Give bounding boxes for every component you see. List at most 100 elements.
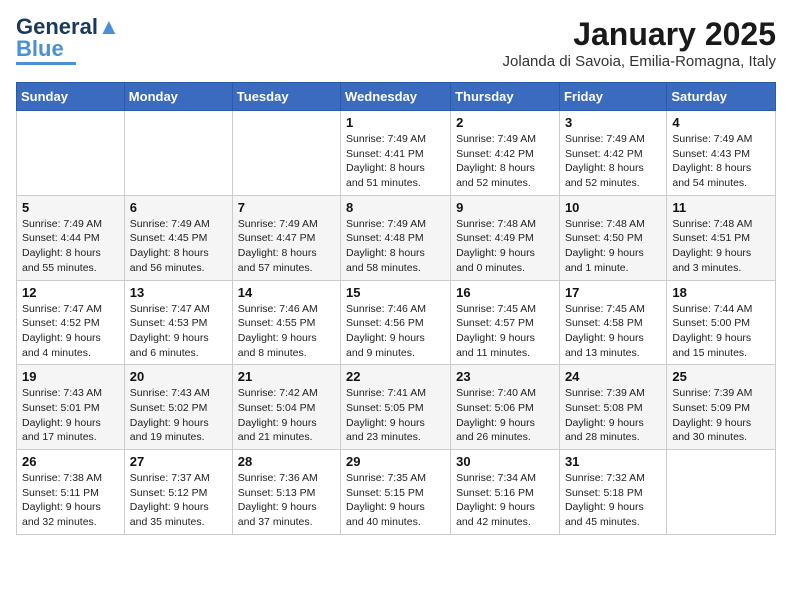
- calendar-day-6: 6 Sunrise: 7:49 AMSunset: 4:45 PMDaylight…: [124, 195, 232, 280]
- calendar-day-14: 14 Sunrise: 7:46 AMSunset: 4:55 PMDayligh…: [232, 280, 340, 365]
- month-title: January 2025: [503, 16, 776, 53]
- weekday-header-wednesday: Wednesday: [341, 83, 451, 111]
- calendar-week-1: 1Sunrise: 7:49 AMSunset: 4:41 PMDaylight…: [17, 111, 776, 196]
- empty-cell: [17, 111, 125, 196]
- day-info: Sunrise: 7:43 AMSunset: 5:01 PMDaylight:…: [22, 386, 119, 445]
- calendar-day-25: 25 Sunrise: 7:39 AMSunset: 5:09 PMDayligh…: [667, 365, 776, 450]
- calendar-day-3: 3Sunrise: 7:49 AMSunset: 4:42 PMDaylight…: [559, 111, 666, 196]
- day-number: 6: [130, 200, 227, 215]
- day-info: Sunrise: 7:45 AMSunset: 4:58 PMDaylight:…: [565, 302, 661, 361]
- day-number: 5: [22, 200, 119, 215]
- calendar-week-2: 5 Sunrise: 7:49 AMSunset: 4:44 PMDaylight…: [17, 195, 776, 280]
- day-number: 16: [456, 285, 554, 300]
- day-number: 23: [456, 369, 554, 384]
- day-info: Sunrise: 7:47 AMSunset: 4:53 PMDaylight:…: [130, 302, 227, 361]
- title-block: January 2025 Jolanda di Savoia, Emilia-R…: [503, 16, 776, 70]
- empty-cell: [232, 111, 340, 196]
- logo-text: General▲: [16, 16, 120, 38]
- day-info: Sunrise: 7:42 AMSunset: 5:04 PMDaylight:…: [238, 386, 335, 445]
- day-number: 2: [456, 115, 554, 130]
- calendar-day-12: 12Sunrise: 7:47 AMSunset: 4:52 PMDayligh…: [17, 280, 125, 365]
- day-number: 13: [130, 285, 227, 300]
- calendar-day-2: 2 Sunrise: 7:49 AMSunset: 4:42 PMDaylight…: [451, 111, 560, 196]
- day-info: Sunrise: 7:49 AMSunset: 4:42 PMDaylight:…: [456, 132, 554, 191]
- day-info: Sunrise: 7:38 AMSunset: 5:11 PMDaylight:…: [22, 471, 119, 530]
- logo-blue-text: Blue: [16, 38, 64, 60]
- weekday-header-monday: Monday: [124, 83, 232, 111]
- day-number: 19: [22, 369, 119, 384]
- day-number: 29: [346, 454, 445, 469]
- day-number: 22: [346, 369, 445, 384]
- day-info: Sunrise: 7:46 AMSunset: 4:55 PMDaylight:…: [238, 302, 335, 361]
- day-info: Sunrise: 7:48 AMSunset: 4:49 PMDaylight:…: [456, 217, 554, 276]
- day-info: Sunrise: 7:48 AMSunset: 4:51 PMDaylight:…: [672, 217, 770, 276]
- day-info: Sunrise: 7:48 AMSunset: 4:50 PMDaylight:…: [565, 217, 661, 276]
- calendar-day-31: 31 Sunrise: 7:32 AMSunset: 5:18 PMDayligh…: [559, 450, 666, 535]
- day-info: Sunrise: 7:45 AMSunset: 4:57 PMDaylight:…: [456, 302, 554, 361]
- calendar-day-26: 26 Sunrise: 7:38 AMSunset: 5:11 PMDayligh…: [17, 450, 125, 535]
- logo-line: [16, 62, 76, 65]
- empty-cell: [124, 111, 232, 196]
- logo: General▲ Blue: [16, 16, 120, 65]
- day-info: Sunrise: 7:49 AMSunset: 4:43 PMDaylight:…: [672, 132, 770, 191]
- calendar-day-7: 7 Sunrise: 7:49 AMSunset: 4:47 PMDaylight…: [232, 195, 340, 280]
- day-number: 18: [672, 285, 770, 300]
- day-info: Sunrise: 7:46 AMSunset: 4:56 PMDaylight:…: [346, 302, 445, 361]
- day-number: 15: [346, 285, 445, 300]
- calendar-day-8: 8 Sunrise: 7:49 AMSunset: 4:48 PMDaylight…: [341, 195, 451, 280]
- day-number: 17: [565, 285, 661, 300]
- calendar-day-9: 9Sunrise: 7:48 AMSunset: 4:49 PMDaylight…: [451, 195, 560, 280]
- calendar-day-16: 16 Sunrise: 7:45 AMSunset: 4:57 PMDayligh…: [451, 280, 560, 365]
- calendar-day-17: 17 Sunrise: 7:45 AMSunset: 4:58 PMDayligh…: [559, 280, 666, 365]
- calendar-week-5: 26 Sunrise: 7:38 AMSunset: 5:11 PMDayligh…: [17, 450, 776, 535]
- calendar-day-10: 10 Sunrise: 7:48 AMSunset: 4:50 PMDayligh…: [559, 195, 666, 280]
- day-number: 4: [672, 115, 770, 130]
- day-info: Sunrise: 7:39 AMSunset: 5:09 PMDaylight:…: [672, 386, 770, 445]
- day-number: 27: [130, 454, 227, 469]
- day-info: Sunrise: 7:37 AMSunset: 5:12 PMDaylight:…: [130, 471, 227, 530]
- calendar-day-19: 19 Sunrise: 7:43 AMSunset: 5:01 PMDayligh…: [17, 365, 125, 450]
- day-info: Sunrise: 7:41 AMSunset: 5:05 PMDaylight:…: [346, 386, 445, 445]
- day-info: Sunrise: 7:49 AMSunset: 4:48 PMDaylight:…: [346, 217, 445, 276]
- calendar-day-27: 27 Sunrise: 7:37 AMSunset: 5:12 PMDayligh…: [124, 450, 232, 535]
- calendar-table: SundayMondayTuesdayWednesdayThursdayFrid…: [16, 82, 776, 535]
- calendar-day-28: 28 Sunrise: 7:36 AMSunset: 5:13 PMDayligh…: [232, 450, 340, 535]
- day-info: Sunrise: 7:49 AMSunset: 4:45 PMDaylight:…: [130, 217, 227, 276]
- empty-cell: [667, 450, 776, 535]
- day-number: 14: [238, 285, 335, 300]
- day-number: 10: [565, 200, 661, 215]
- day-number: 31: [565, 454, 661, 469]
- day-info: Sunrise: 7:49 AMSunset: 4:44 PMDaylight:…: [22, 217, 119, 276]
- day-number: 26: [22, 454, 119, 469]
- day-number: 7: [238, 200, 335, 215]
- day-number: 12: [22, 285, 119, 300]
- calendar-day-5: 5 Sunrise: 7:49 AMSunset: 4:44 PMDaylight…: [17, 195, 125, 280]
- calendar-day-24: 24Sunrise: 7:39 AMSunset: 5:08 PMDayligh…: [559, 365, 666, 450]
- day-info: Sunrise: 7:34 AMSunset: 5:16 PMDaylight:…: [456, 471, 554, 530]
- day-number: 30: [456, 454, 554, 469]
- day-info: Sunrise: 7:32 AMSunset: 5:18 PMDaylight:…: [565, 471, 661, 530]
- day-info: Sunrise: 7:35 AMSunset: 5:15 PMDaylight:…: [346, 471, 445, 530]
- calendar-day-15: 15 Sunrise: 7:46 AMSunset: 4:56 PMDayligh…: [341, 280, 451, 365]
- location-subtitle: Jolanda di Savoia, Emilia-Romagna, Italy: [503, 53, 776, 70]
- calendar-day-20: 20 Sunrise: 7:43 AMSunset: 5:02 PMDayligh…: [124, 365, 232, 450]
- calendar-day-23: 23Sunrise: 7:40 AMSunset: 5:06 PMDayligh…: [451, 365, 560, 450]
- day-info: Sunrise: 7:49 AMSunset: 4:47 PMDaylight:…: [238, 217, 335, 276]
- day-info: Sunrise: 7:44 AMSunset: 5:00 PMDaylight:…: [672, 302, 770, 361]
- weekday-header-friday: Friday: [559, 83, 666, 111]
- weekday-header-saturday: Saturday: [667, 83, 776, 111]
- day-info: Sunrise: 7:43 AMSunset: 5:02 PMDaylight:…: [130, 386, 227, 445]
- day-number: 28: [238, 454, 335, 469]
- day-number: 20: [130, 369, 227, 384]
- day-info: Sunrise: 7:36 AMSunset: 5:13 PMDaylight:…: [238, 471, 335, 530]
- calendar-day-21: 21Sunrise: 7:42 AMSunset: 5:04 PMDayligh…: [232, 365, 340, 450]
- day-info: Sunrise: 7:49 AMSunset: 4:41 PMDaylight:…: [346, 132, 445, 191]
- day-number: 8: [346, 200, 445, 215]
- calendar-day-13: 13 Sunrise: 7:47 AMSunset: 4:53 PMDayligh…: [124, 280, 232, 365]
- calendar-day-30: 30 Sunrise: 7:34 AMSunset: 5:16 PMDayligh…: [451, 450, 560, 535]
- day-number: 11: [672, 200, 770, 215]
- day-number: 25: [672, 369, 770, 384]
- day-info: Sunrise: 7:49 AMSunset: 4:42 PMDaylight:…: [565, 132, 661, 191]
- day-info: Sunrise: 7:39 AMSunset: 5:08 PMDaylight:…: [565, 386, 661, 445]
- weekday-header-tuesday: Tuesday: [232, 83, 340, 111]
